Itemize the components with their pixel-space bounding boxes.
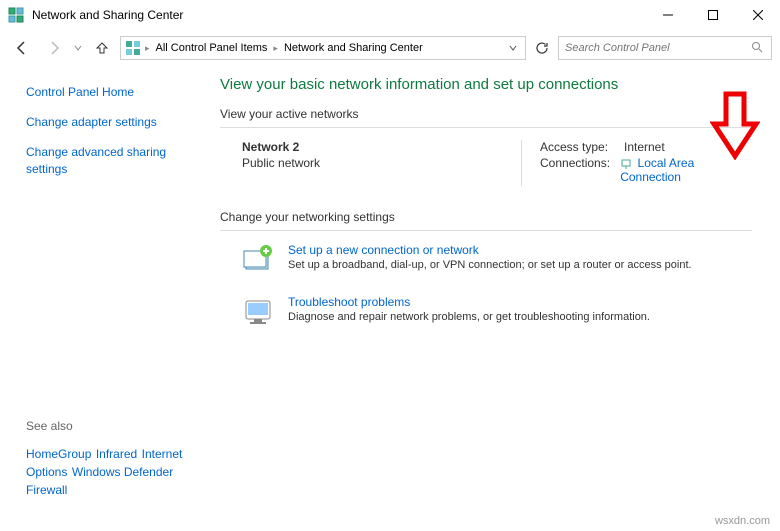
refresh-button[interactable] xyxy=(530,36,554,60)
back-button[interactable] xyxy=(8,34,36,62)
up-button[interactable] xyxy=(88,34,116,62)
breadcrumb-item[interactable]: All Control Panel Items xyxy=(152,42,272,54)
sidebar-control-panel-home[interactable]: Control Panel Home xyxy=(26,84,200,100)
breadcrumb-dropdown[interactable] xyxy=(505,43,521,53)
see-also-infrared[interactable]: Infrared xyxy=(96,447,137,461)
sidebar-change-adapter-settings[interactable]: Change adapter settings xyxy=(26,114,200,130)
annotation-arrow xyxy=(710,90,760,160)
access-type-label: Access type: xyxy=(540,140,624,154)
search-input[interactable] xyxy=(565,42,751,54)
access-type-value: Internet xyxy=(624,140,665,154)
search-icon[interactable] xyxy=(751,41,765,56)
task-troubleshoot: Troubleshoot problems Diagnose and repai… xyxy=(242,295,752,327)
see-also-label: See also xyxy=(26,419,200,433)
window-title: Network and Sharing Center xyxy=(32,8,645,22)
close-button[interactable] xyxy=(735,0,780,30)
titlebar: Network and Sharing Center xyxy=(0,0,780,30)
chevron-right-icon[interactable]: ▸ xyxy=(273,43,278,54)
task-title[interactable]: Set up a new connection or network xyxy=(288,243,692,257)
connections-label: Connections: xyxy=(540,156,620,184)
forward-button[interactable] xyxy=(40,34,68,62)
sidebar: Control Panel Home Change adapter settin… xyxy=(0,66,210,513)
nav-history-dropdown[interactable] xyxy=(72,44,84,52)
see-also-homegroup[interactable]: HomeGroup xyxy=(26,447,91,461)
troubleshoot-icon xyxy=(242,295,274,327)
ethernet-icon xyxy=(620,158,632,170)
see-also-block: See also HomeGroup Infrared Internet Opt… xyxy=(26,419,200,503)
content: Control Panel Home Change adapter settin… xyxy=(0,66,780,513)
breadcrumb[interactable]: ▸ All Control Panel Items ▸ Network and … xyxy=(120,36,526,60)
tasks-list: Set up a new connection or network Set u… xyxy=(220,243,752,327)
new-connection-icon xyxy=(242,243,274,275)
task-title[interactable]: Troubleshoot problems xyxy=(288,295,650,309)
network-type: Public network xyxy=(242,156,513,170)
network-name: Network 2 xyxy=(242,140,513,154)
maximize-button[interactable] xyxy=(690,0,735,30)
divider xyxy=(220,230,752,231)
window-controls xyxy=(645,0,780,30)
network-info: Network 2 Public network xyxy=(220,140,513,186)
vertical-divider xyxy=(521,140,522,186)
change-settings-label: Change your networking settings xyxy=(220,210,752,224)
search-box[interactable] xyxy=(558,36,772,60)
control-panel-icon xyxy=(125,40,141,56)
breadcrumb-item[interactable]: Network and Sharing Center xyxy=(280,42,427,54)
chevron-right-icon[interactable]: ▸ xyxy=(145,43,150,54)
active-networks-label: View your active networks xyxy=(220,107,752,121)
task-setup-connection: Set up a new connection or network Set u… xyxy=(242,243,752,275)
divider xyxy=(220,127,752,128)
task-desc: Diagnose and repair network problems, or… xyxy=(288,311,650,323)
app-icon xyxy=(8,7,24,23)
navbar: ▸ All Control Panel Items ▸ Network and … xyxy=(0,30,780,66)
main-panel: View your basic network information and … xyxy=(210,66,780,513)
sidebar-change-advanced-sharing[interactable]: Change advanced sharing settings xyxy=(26,144,200,176)
task-desc: Set up a broadband, dial-up, or VPN conn… xyxy=(288,259,692,271)
minimize-button[interactable] xyxy=(645,0,690,30)
network-row: Network 2 Public network Access type: In… xyxy=(220,140,752,186)
page-title: View your basic network information and … xyxy=(220,76,752,93)
watermark: wsxdn.com xyxy=(715,515,770,527)
